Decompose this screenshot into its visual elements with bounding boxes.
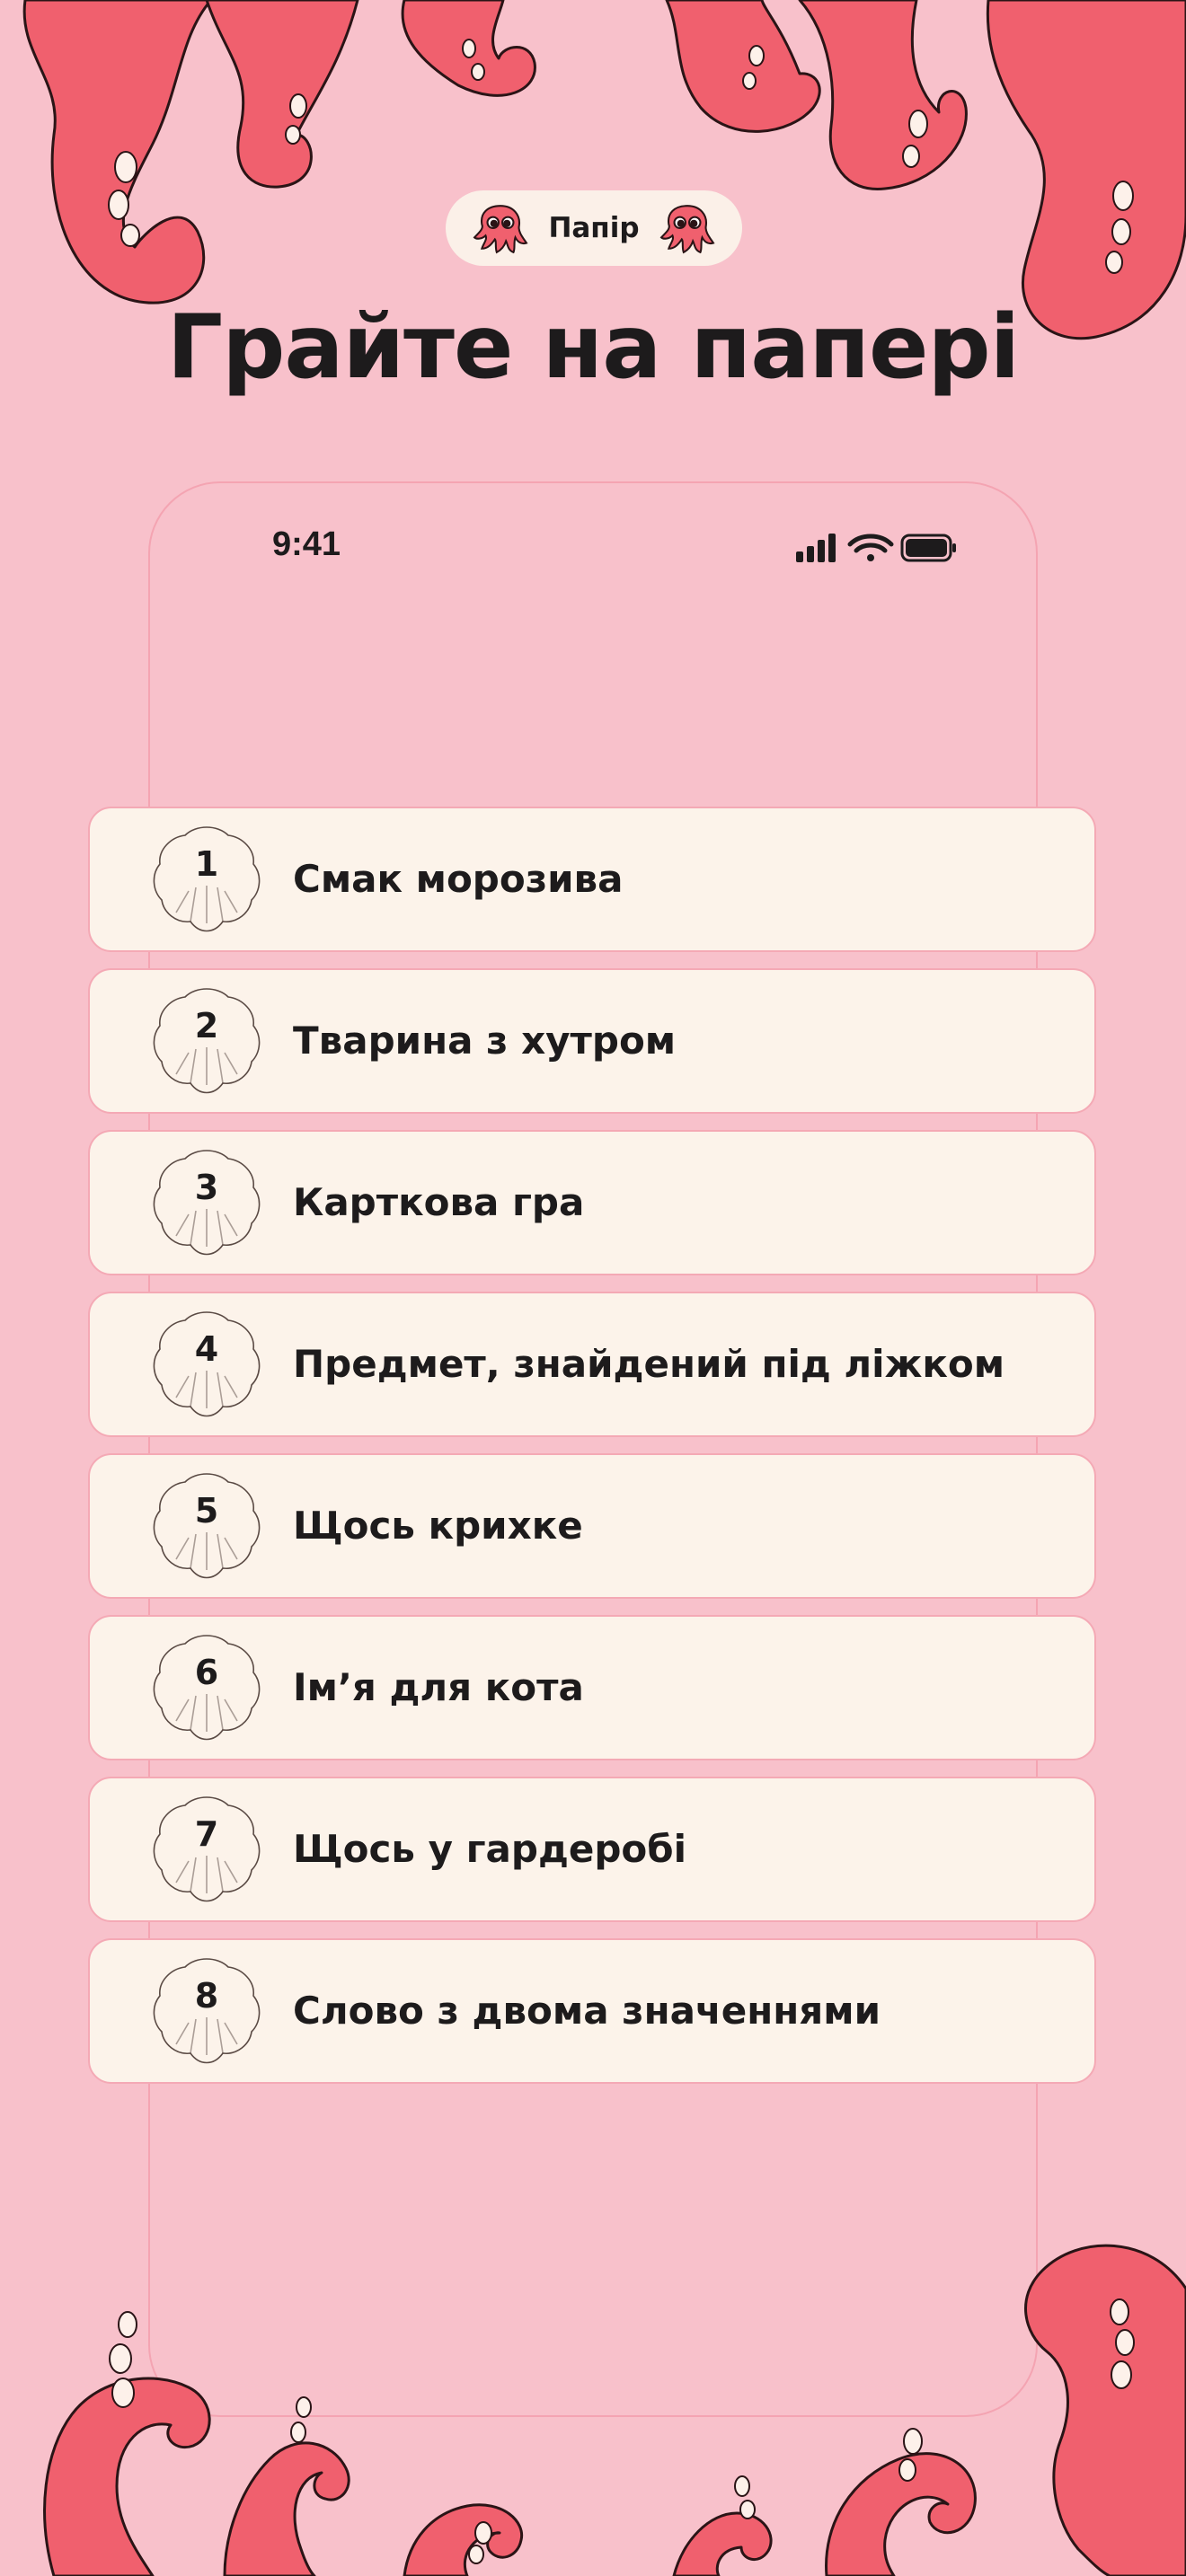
item-label: Смак морозива — [293, 857, 624, 901]
list-item[interactable]: 1 Смак морозива — [88, 807, 1096, 952]
octopus-icon — [473, 200, 528, 256]
status-bar-icons — [796, 534, 956, 562]
item-label: Ім’я для кота — [293, 1665, 584, 1709]
item-label: Карткова гра — [293, 1180, 585, 1224]
item-label: Щось у гардеробі — [293, 1827, 687, 1871]
item-number: 5 — [194, 1491, 219, 1531]
item-label: Тварина з хутром — [293, 1019, 677, 1063]
phone-frame — [148, 481, 1038, 2417]
item-number: 3 — [194, 1168, 219, 1207]
item-number: 7 — [194, 1814, 219, 1854]
list-item[interactable]: 4 Предмет, знайдений під ліжком — [88, 1292, 1096, 1437]
page-title: Грайте на папері — [166, 296, 1021, 399]
item-number: 4 — [194, 1329, 219, 1369]
item-label: Слово з двома значеннями — [293, 1989, 881, 2033]
category-badge: Папір — [446, 190, 742, 266]
list-item[interactable]: 3 Карткова гра — [88, 1130, 1096, 1275]
badge-label: Папір — [548, 212, 640, 244]
status-time: 9:41 — [272, 525, 341, 563]
item-number: 1 — [194, 844, 219, 884]
wifi-icon — [847, 534, 894, 561]
item-number: 2 — [194, 1006, 219, 1045]
list-item[interactable]: 8 Слово з двома значеннями — [88, 1938, 1096, 2084]
cellular-signal-icon — [796, 534, 836, 562]
battery-icon — [900, 534, 956, 562]
octopus-icon — [659, 200, 715, 256]
item-number: 6 — [194, 1653, 219, 1692]
item-label: Щось крихке — [293, 1504, 583, 1548]
list-item[interactable]: 7 Щось у гардеробі — [88, 1777, 1096, 1922]
list-item[interactable]: 2 Тварина з хутром — [88, 968, 1096, 1114]
list-item[interactable]: 6 Ім’я для кота — [88, 1615, 1096, 1760]
item-number: 8 — [194, 1976, 219, 2016]
list-item[interactable]: 5 Щось крихке — [88, 1453, 1096, 1599]
item-label: Предмет, знайдений під ліжком — [293, 1342, 1005, 1386]
